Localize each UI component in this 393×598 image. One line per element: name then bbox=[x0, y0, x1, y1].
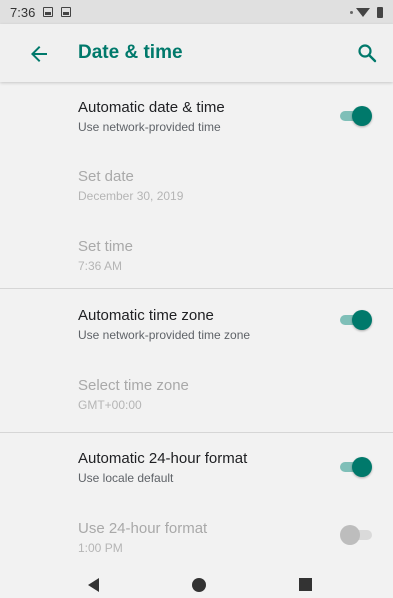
battery-icon bbox=[377, 6, 383, 18]
nav-back-button[interactable] bbox=[88, 578, 99, 592]
arrow-left-icon bbox=[31, 46, 47, 62]
nav-recents-button[interactable] bbox=[299, 578, 312, 591]
setting-automatic-date-time[interactable]: Automatic date & time Use network-provid… bbox=[0, 82, 393, 151]
settings-list: Automatic date & time Use network-provid… bbox=[0, 82, 393, 574]
search-button[interactable] bbox=[355, 41, 379, 65]
image-notification-icon bbox=[43, 7, 54, 17]
navigation-bar bbox=[0, 570, 393, 598]
app-bar: Date & time bbox=[0, 24, 393, 82]
setting-automatic-time-zone[interactable]: Automatic time zone Use network-provided… bbox=[0, 289, 393, 361]
setting-title: Select time zone bbox=[78, 377, 189, 394]
signal-dot-icon bbox=[350, 10, 353, 14]
setting-title: Set time bbox=[78, 238, 134, 255]
status-bar: 7:36 bbox=[0, 0, 393, 24]
status-indicators bbox=[350, 6, 383, 18]
page-title: Date & time bbox=[78, 42, 183, 63]
automatic-24-hour-format-switch[interactable] bbox=[340, 457, 372, 477]
setting-set-date: Set date December 30, 2019 bbox=[0, 151, 393, 221]
setting-summary: December 30, 2019 bbox=[78, 189, 184, 203]
notification-icon bbox=[61, 7, 72, 17]
automatic-time-zone-switch[interactable] bbox=[340, 310, 372, 330]
automatic-date-time-switch[interactable] bbox=[340, 106, 372, 126]
setting-title: Set date bbox=[78, 168, 134, 185]
use-24-hour-format-switch bbox=[340, 525, 372, 545]
setting-summary: 7:36 AM bbox=[78, 259, 123, 273]
setting-select-time-zone: Select time zone GMT+00:00 bbox=[0, 361, 393, 432]
nav-home-button[interactable] bbox=[192, 578, 206, 592]
setting-use-24-hour-format: Use 24-hour format 1:00 PM bbox=[0, 503, 393, 573]
status-time: 7:36 bbox=[10, 4, 36, 20]
setting-set-time: Set time 7:36 AM bbox=[0, 221, 393, 288]
search-icon bbox=[358, 44, 377, 63]
wifi-icon bbox=[356, 7, 370, 17]
setting-summary: GMT+00:00 bbox=[78, 398, 142, 412]
back-button[interactable] bbox=[27, 42, 51, 66]
setting-automatic-24-hour-format[interactable]: Automatic 24-hour format Use locale defa… bbox=[0, 433, 393, 503]
